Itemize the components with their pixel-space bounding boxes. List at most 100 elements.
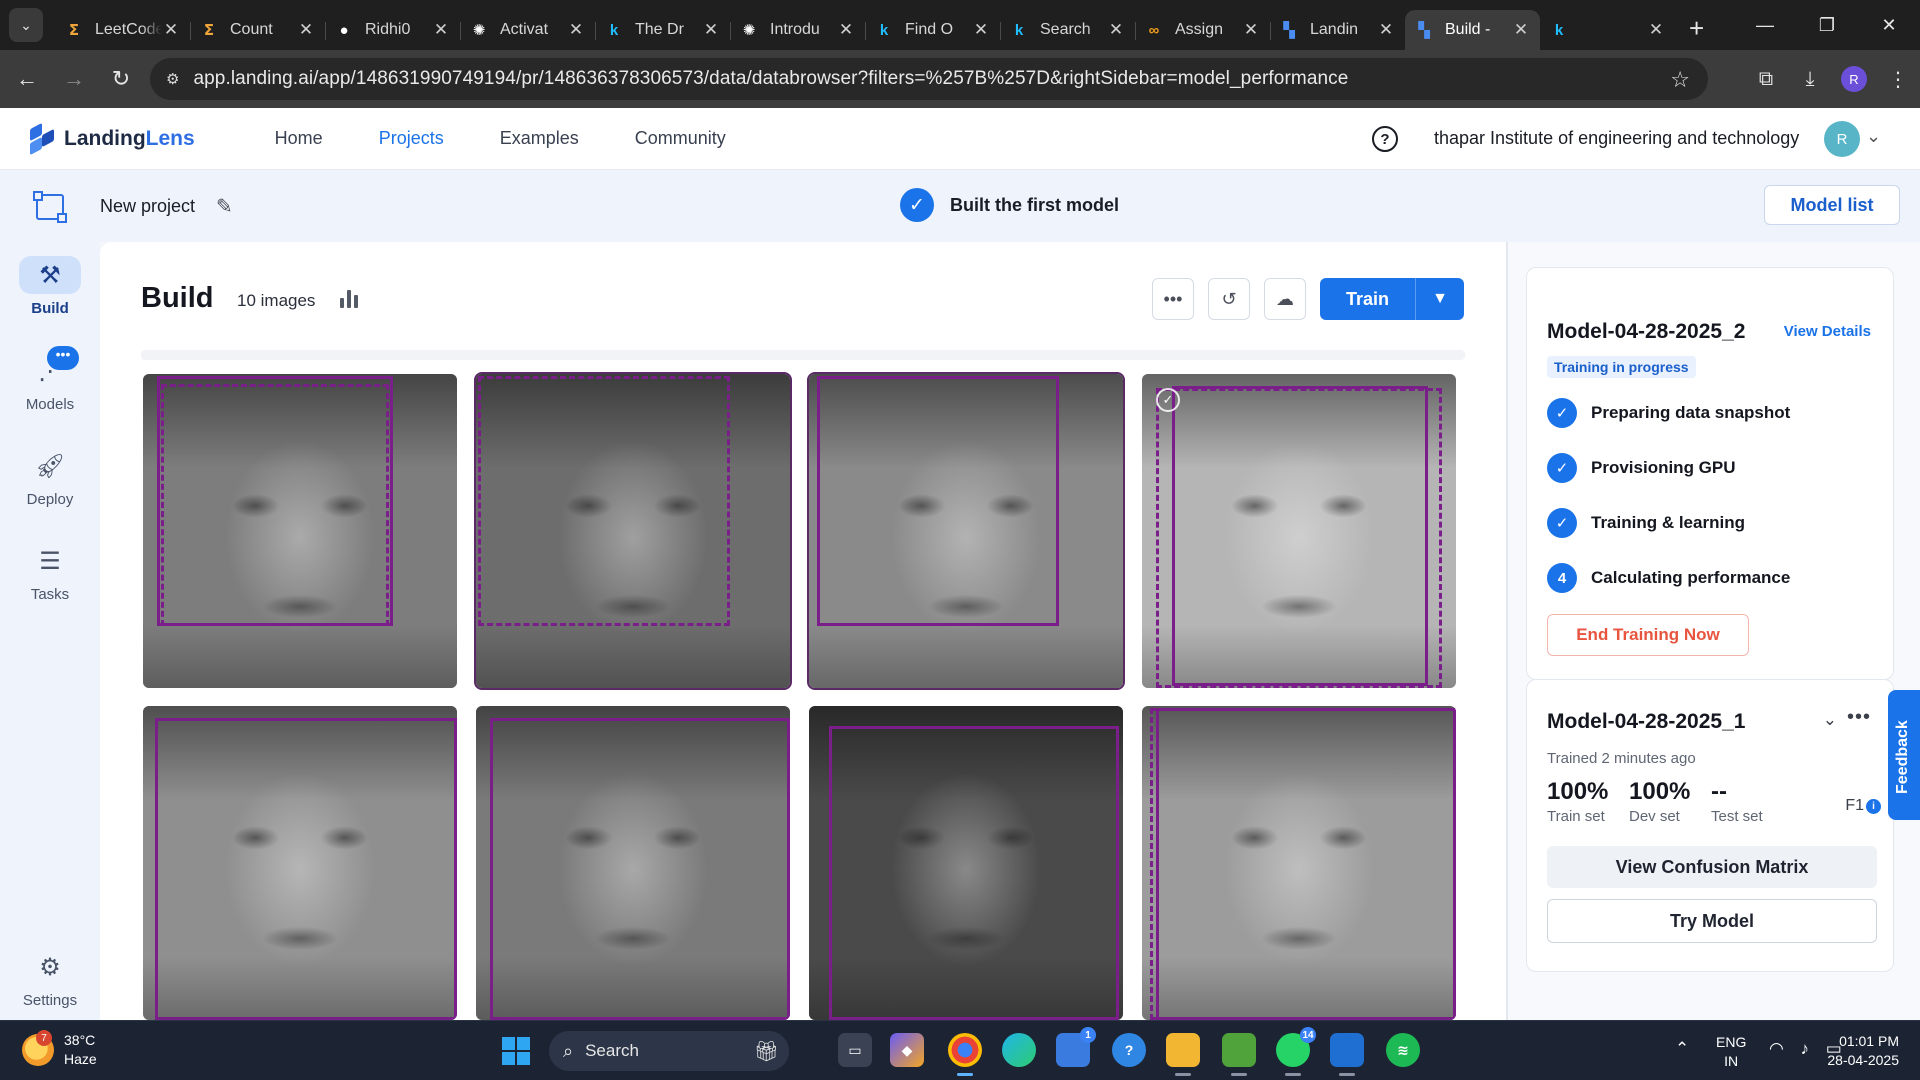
file-explorer-icon[interactable] (1166, 1033, 1200, 1076)
browser-tab[interactable]: ✺ Activat ✕ (460, 10, 595, 50)
view-details-link[interactable]: View Details (1784, 323, 1871, 340)
nav-community[interactable]: Community (635, 128, 726, 149)
image-tile[interactable] (809, 706, 1123, 1020)
profile-avatar[interactable]: R (1841, 66, 1867, 92)
model-list-button[interactable]: Model list (1764, 185, 1900, 225)
browser-tab[interactable]: ● Ridhi0 ✕ (325, 10, 460, 50)
image-tile[interactable] (807, 372, 1125, 690)
taskbar-search[interactable]: ⌕ Search 🎁︎ (549, 1031, 789, 1071)
url-text[interactable]: app.landing.ai/app/148631990749194/pr/14… (193, 68, 1348, 90)
language-indicator[interactable]: ENG IN (1716, 1033, 1746, 1071)
close-tab-icon[interactable]: ✕ (972, 20, 990, 40)
bookmark-star-icon[interactable]: ☆ (1670, 67, 1690, 93)
more-options-button[interactable]: ••• (1152, 278, 1194, 320)
rail-item-deploy[interactable]: 🚀︎ Deploy (0, 447, 100, 509)
nav-projects[interactable]: Projects (379, 128, 444, 149)
train-button[interactable]: Train ▼ (1320, 278, 1464, 320)
nav-examples[interactable]: Examples (500, 128, 579, 149)
close-tab-icon[interactable]: ✕ (1242, 20, 1260, 40)
green-app-icon[interactable] (1222, 1033, 1256, 1076)
browser-tab[interactable]: k Search ✕ (1000, 10, 1135, 50)
close-tab-icon[interactable]: ✕ (162, 20, 180, 40)
chevron-down-icon[interactable]: ⌄ (1823, 710, 1837, 730)
close-tab-icon[interactable]: ✕ (297, 20, 315, 40)
help-icon[interactable]: ? (1372, 126, 1398, 152)
restore-button[interactable]: ❐ (1796, 0, 1858, 50)
close-tab-icon[interactable]: ✕ (1107, 20, 1125, 40)
browser-tab[interactable]: ▚ Build - ✕ (1405, 10, 1540, 50)
organization-name[interactable]: thapar Institute of engineering and tech… (1434, 128, 1799, 149)
rail-item-models[interactable]: ⋰ ••• Models (0, 346, 100, 413)
nav-home[interactable]: Home (275, 128, 323, 149)
metric-selector[interactable]: F1 i (1845, 797, 1881, 815)
train-dropdown-chevron-icon[interactable]: ▼ (1415, 278, 1464, 320)
close-window-button[interactable]: ✕ (1858, 0, 1920, 50)
copilot-icon[interactable]: ◆ (890, 1033, 924, 1067)
browser-tab[interactable]: k ✕ (1540, 10, 1675, 50)
help-app-icon[interactable]: ? (1112, 1033, 1146, 1067)
windows-start-icon[interactable] (502, 1037, 530, 1065)
close-tab-icon[interactable]: ✕ (1377, 20, 1395, 40)
rail-item-settings[interactable]: ⚙ Settings (0, 948, 100, 1010)
address-bar[interactable]: ⚙ app.landing.ai/app/148631990749194/pr/… (150, 58, 1708, 100)
user-avatar[interactable]: R (1824, 121, 1860, 157)
browser-menu-icon[interactable]: ⋮ (1876, 59, 1920, 99)
image-tile[interactable] (476, 706, 790, 1020)
close-tab-icon[interactable]: ✕ (432, 20, 450, 40)
feedback-tab[interactable]: Feedback (1888, 690, 1920, 820)
close-tab-icon[interactable]: ✕ (567, 20, 585, 40)
view-confusion-matrix-button[interactable]: View Confusion Matrix (1547, 846, 1877, 888)
browser-tab[interactable]: ✺ Introdu ✕ (730, 10, 865, 50)
close-tab-icon[interactable]: ✕ (1647, 20, 1665, 40)
landinglens-logo[interactable]: LandingLens (28, 122, 195, 156)
image-tile[interactable] (1142, 706, 1456, 1020)
more-options-icon[interactable]: ••• (1847, 706, 1871, 729)
image-tile[interactable]: ✓ (1142, 374, 1456, 688)
chevron-up-icon[interactable]: ⌃ (1675, 1039, 1689, 1059)
browser-tab[interactable]: k Find O ✕ (865, 10, 1000, 50)
image-tile[interactable] (474, 372, 792, 690)
chrome-icon[interactable] (948, 1033, 982, 1076)
weather-widget[interactable]: 7 38°C Haze (22, 1030, 97, 1069)
browser-tab[interactable]: ▚ Landin ✕ (1270, 10, 1405, 50)
rail-item-build[interactable]: ⚒ Build (0, 256, 100, 317)
reload-button[interactable]: ↻ (101, 59, 141, 99)
site-info-icon[interactable]: ⚙ (166, 70, 179, 88)
filter-strip (141, 350, 1465, 360)
minimize-button[interactable]: — (1734, 0, 1796, 50)
browser-tab[interactable]: ⵉ Count ✕ (190, 10, 325, 50)
clock[interactable]: 01:01 PM 28-04-2025 (1825, 1032, 1899, 1070)
end-training-button[interactable]: End Training Now (1547, 614, 1749, 656)
forward-button[interactable]: → (54, 59, 94, 99)
image-tile[interactable] (143, 706, 457, 1020)
chevron-down-icon[interactable]: ⌄ (1866, 126, 1881, 147)
train-label[interactable]: Train (1320, 278, 1415, 320)
edge-icon[interactable] (1002, 1033, 1036, 1067)
project-icon[interactable] (33, 191, 67, 223)
history-icon[interactable]: ↺ (1208, 278, 1250, 320)
try-model-button[interactable]: Try Model (1547, 899, 1877, 943)
cloud-upload-icon[interactable]: ☁ (1264, 278, 1306, 320)
download-icon[interactable]: ⤓ (1788, 59, 1832, 99)
extensions-icon[interactable]: ⧉ (1744, 59, 1788, 99)
close-tab-icon[interactable]: ✕ (837, 20, 855, 40)
task-view-icon[interactable]: ▭ (838, 1033, 872, 1067)
new-tab-button[interactable]: + (1689, 13, 1704, 44)
store-icon[interactable]: 1 (1056, 1027, 1096, 1067)
rail-item-tasks[interactable]: ☰ Tasks (0, 542, 100, 604)
edit-pencil-icon[interactable]: ✎ (216, 194, 233, 219)
browser-tab[interactable]: ∞ Assign ✕ (1135, 10, 1270, 50)
vscode-icon[interactable] (1330, 1033, 1364, 1076)
back-button[interactable]: ← (7, 59, 47, 99)
info-icon[interactable]: i (1866, 798, 1881, 814)
image-tile[interactable] (143, 374, 457, 688)
browser-tab[interactable]: ⵉ LeetCode ✕ (55, 10, 190, 50)
bar-chart-icon[interactable] (340, 288, 358, 308)
select-checkbox[interactable]: ✓ (1156, 388, 1180, 412)
close-tab-icon[interactable]: ✕ (1512, 20, 1530, 40)
browser-tab[interactable]: k The Dr ✕ (595, 10, 730, 50)
close-tab-icon[interactable]: ✕ (702, 20, 720, 40)
tab-search-button[interactable]: ⌄ (9, 8, 43, 42)
spotify-icon[interactable]: ≋ (1386, 1033, 1420, 1067)
whatsapp-icon[interactable]: 14 (1276, 1027, 1316, 1076)
